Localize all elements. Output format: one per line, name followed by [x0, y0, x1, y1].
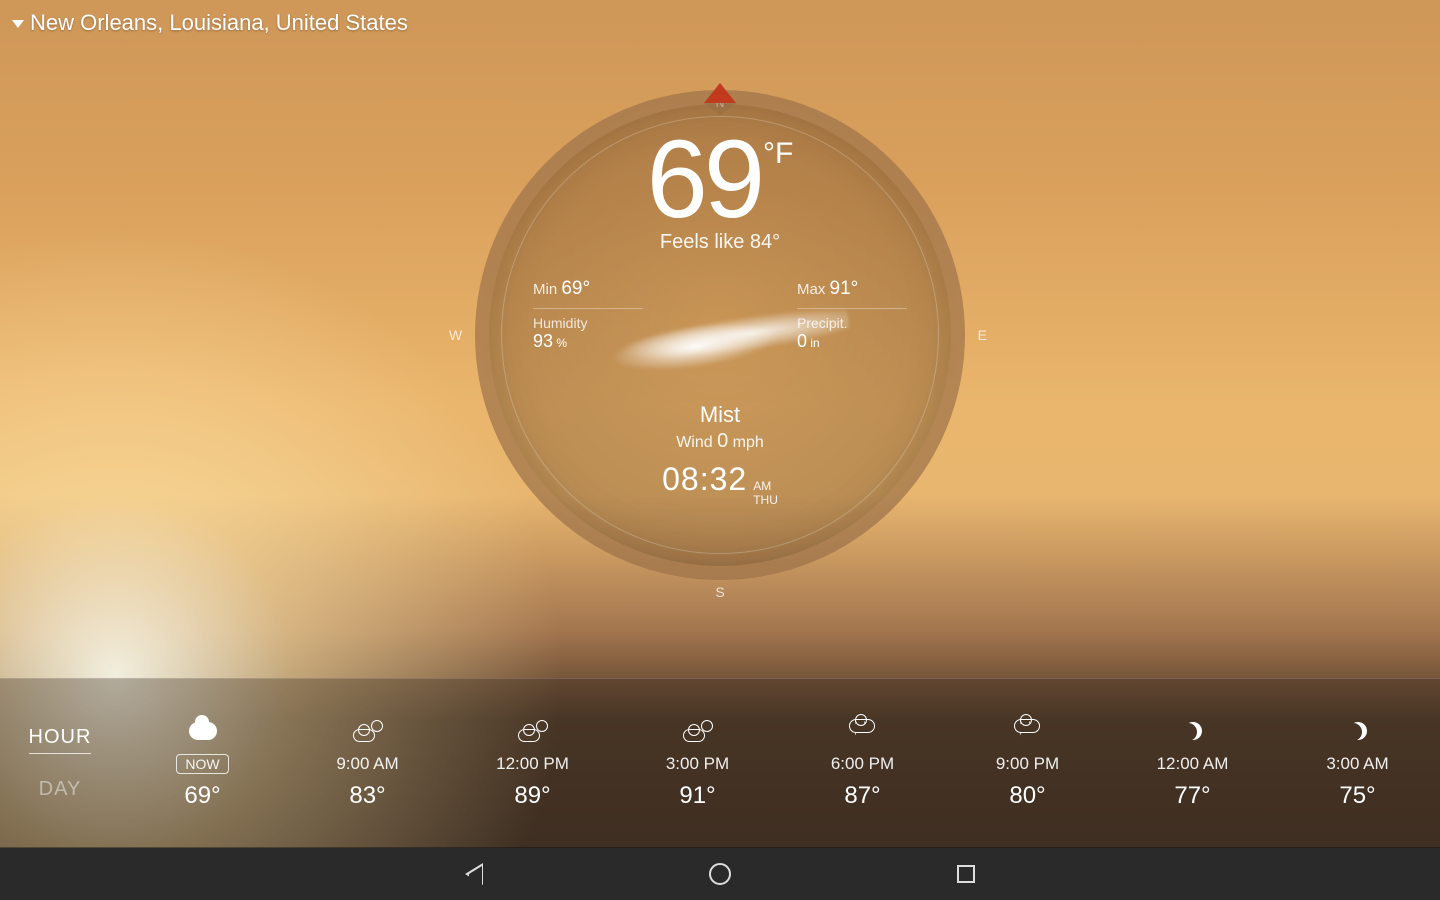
- rain-icon: ʼ ʼ ʼ: [849, 719, 877, 743]
- compass-s: S: [715, 584, 724, 600]
- hourly-forecast[interactable]: NOW 69° 9:00 AM 83° 12:00 PM 89° 3:00 PM 91° ʼ ʼ…: [120, 679, 1440, 847]
- wind-value: 0: [717, 430, 728, 452]
- moon-icon: [1349, 722, 1367, 740]
- compass-w: W: [449, 327, 462, 343]
- wind-label: Wind: [676, 434, 717, 451]
- precip-value: 0: [797, 331, 807, 351]
- current-temp: 69: [647, 125, 761, 235]
- divider: [797, 308, 907, 309]
- nav-home-button[interactable]: [707, 861, 733, 887]
- forecast-hour[interactable]: ʼ ʼ ʼ 6:00 PM 87°: [780, 679, 945, 847]
- forecast-hour[interactable]: 3:00 AM 75°: [1275, 679, 1440, 847]
- forecast-temp: 69°: [184, 782, 220, 810]
- forecast-hour[interactable]: 12:00 AM 77°: [1110, 679, 1275, 847]
- forecast-time: 12:00 AM: [1157, 754, 1229, 774]
- forecast-time: 9:00 AM: [336, 754, 398, 774]
- forecast-temp: 80°: [1009, 782, 1045, 810]
- home-icon: [709, 863, 731, 885]
- temp-unit: °F: [763, 139, 793, 169]
- forecast-hour[interactable]: NOW 69°: [120, 679, 285, 847]
- moon-icon: [1184, 722, 1202, 740]
- tab-hour[interactable]: HOUR: [29, 726, 92, 754]
- forecast-time: 12:00 PM: [496, 754, 569, 774]
- partly-cloudy-icon: [353, 720, 383, 742]
- forecast-temp: 83°: [349, 782, 385, 810]
- compass-north-marker: [704, 83, 736, 103]
- feels-like: Feels like 84°: [660, 231, 780, 254]
- compass-e: E: [978, 327, 987, 343]
- forecast-hour[interactable]: 9:00 AM 83°: [285, 679, 450, 847]
- humidity-value: 93: [533, 331, 553, 351]
- max-value: 91°: [830, 278, 859, 299]
- forecast-temp: 91°: [679, 782, 715, 810]
- forecast-time: 3:00 AM: [1326, 754, 1388, 774]
- time-value: 08:32: [662, 461, 747, 498]
- forecast-hour[interactable]: ʼ ʼ ʼ 9:00 PM 80°: [945, 679, 1110, 847]
- chevron-down-icon: [12, 20, 24, 28]
- divider: [533, 308, 643, 309]
- max-label: Max: [797, 281, 825, 298]
- weather-dial: N S E W 69 °F Feels like 84° Min 69° Hum…: [475, 90, 965, 580]
- forecast-temp: 89°: [514, 782, 550, 810]
- forecast-temp: 75°: [1339, 782, 1375, 810]
- wind-readout: Wind 0 mph: [662, 430, 778, 453]
- android-navbar: [0, 848, 1440, 900]
- precip-unit: in: [807, 336, 820, 350]
- forecast-hour[interactable]: 3:00 PM 91°: [615, 679, 780, 847]
- forecast-time: 3:00 PM: [666, 754, 729, 774]
- min-label: Min: [533, 281, 557, 298]
- cloud-icon: [189, 722, 217, 740]
- partly-cloudy-icon: [518, 720, 548, 742]
- rain-icon: ʼ ʼ ʼ: [1014, 719, 1042, 743]
- humidity-unit: %: [553, 336, 567, 350]
- location-selector[interactable]: New Orleans, Louisiana, United States: [12, 10, 408, 36]
- min-value: 69°: [561, 278, 590, 299]
- forecast-time: 9:00 PM: [996, 754, 1059, 774]
- location-name: New Orleans, Louisiana, United States: [30, 10, 408, 36]
- back-icon: [465, 863, 483, 885]
- forecast-time: NOW: [176, 754, 228, 774]
- time-dow: THU: [753, 493, 778, 507]
- partly-cloudy-icon: [683, 720, 713, 742]
- humidity-label: Humidity: [533, 315, 587, 331]
- view-tabs: HOUR DAY: [0, 679, 120, 847]
- forecast-temp: 77°: [1174, 782, 1210, 810]
- recent-icon: [957, 865, 975, 883]
- nav-recent-button[interactable]: [953, 861, 979, 887]
- forecast-hour[interactable]: 12:00 PM 89°: [450, 679, 615, 847]
- wind-unit: mph: [728, 434, 764, 451]
- time-ampm: AM: [753, 479, 771, 493]
- nav-back-button[interactable]: [461, 861, 487, 887]
- forecast-strip: HOUR DAY NOW 69° 9:00 AM 83° 12:00 PM 89° 3:00…: [0, 678, 1440, 848]
- tab-day[interactable]: DAY: [39, 778, 82, 801]
- time-readout: 08:32 AMTHU: [662, 461, 778, 508]
- forecast-temp: 87°: [844, 782, 880, 810]
- forecast-time: 6:00 PM: [831, 754, 894, 774]
- condition-name: Mist: [662, 402, 778, 428]
- precip-label: Precipit.: [797, 315, 848, 331]
